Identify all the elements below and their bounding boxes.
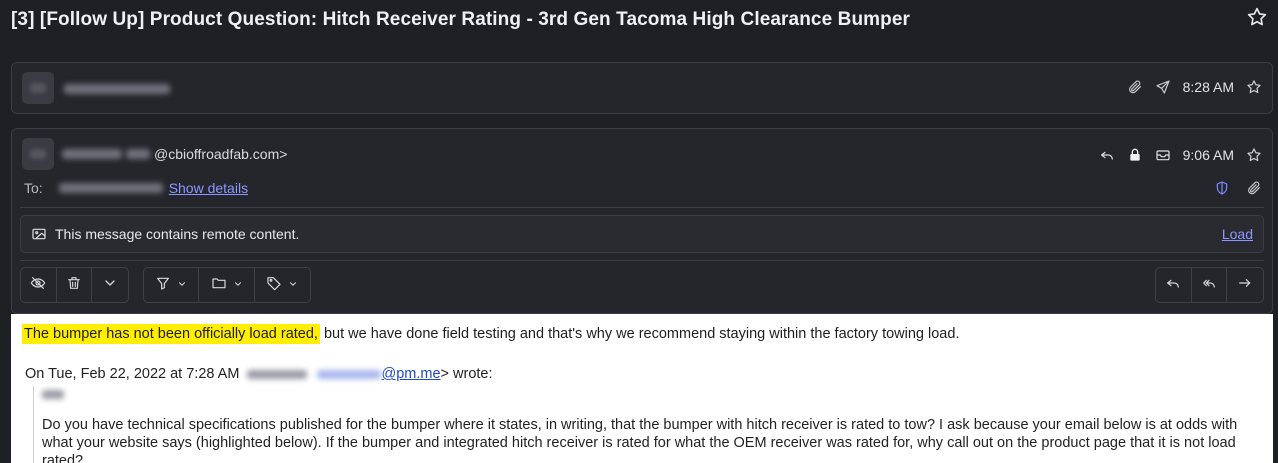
redacted-sender-name — [62, 149, 122, 159]
toolbar-reply-group — [1155, 267, 1264, 303]
delete-button[interactable] — [57, 268, 93, 302]
avatar — [22, 138, 54, 170]
redacted-quoted-email — [317, 369, 382, 379]
sender-line[interactable]: @cbioffroadfab.com> — [62, 146, 287, 162]
redacted-quoted-name — [247, 369, 308, 379]
forward-button[interactable] — [1227, 268, 1263, 302]
chevron-down-icon — [177, 276, 187, 294]
toolbar-organize-group — [143, 267, 311, 303]
recipients-line: To: Show details — [24, 180, 248, 196]
star-icon[interactable] — [1246, 6, 1268, 28]
reply-all-icon — [1201, 275, 1217, 296]
message-subject: [3] [Follow Up] Product Question: Hitch … — [11, 9, 911, 30]
attribution-prefix: On Tue, Feb 22, 2022 at 7:28 AM — [25, 366, 240, 382]
show-details-link[interactable]: Show details — [169, 180, 248, 196]
avatar — [22, 72, 54, 104]
shield-icon[interactable] — [1214, 180, 1230, 196]
expanded-message: @cbioffroadfab.com> 9:06 AM To: Show det… — [11, 128, 1273, 314]
collapsed-message[interactable]: 8:28 AM — [11, 62, 1273, 114]
trash-icon — [66, 275, 82, 296]
quote-attribution: On Tue, Feb 22, 2022 at 7:28 AM @pm.me> … — [25, 366, 493, 382]
lock-icon — [1127, 147, 1143, 163]
redacted-greeting — [42, 390, 64, 399]
message-body: The bumper has not been officially load … — [11, 314, 1273, 463]
attribution-suffix: > wrote: — [440, 366, 493, 382]
redacted-recipient — [58, 183, 163, 193]
redacted-email-prefix — [126, 149, 150, 159]
chevron-down-icon — [233, 276, 243, 294]
expanded-meta: 9:06 AM — [1099, 147, 1262, 163]
star-icon[interactable] — [1246, 79, 1262, 95]
filter-button[interactable] — [144, 268, 200, 302]
folder-icon — [211, 275, 227, 296]
collapsed-meta: 8:28 AM — [1127, 79, 1262, 95]
paperclip-icon — [1127, 79, 1143, 95]
reply-button[interactable] — [1156, 268, 1192, 302]
chevron-down-icon — [288, 276, 298, 294]
remote-content-text: This message contains remote content. — [55, 226, 300, 242]
paperclip-icon[interactable] — [1246, 180, 1262, 196]
reply-icon — [1165, 275, 1181, 296]
reply-icon — [1099, 147, 1115, 163]
quoted-email-link[interactable]: @pm.me — [381, 366, 440, 382]
to-label: To: — [24, 180, 43, 196]
send-icon — [1155, 79, 1171, 95]
reply-paragraph: The bumper has not been officially load … — [22, 324, 960, 344]
quoted-text: Do you have technical specifications pub… — [42, 417, 1238, 463]
remote-content-banner: This message contains remote content. Lo… — [20, 215, 1264, 253]
load-remote-content-link[interactable]: Load — [1222, 226, 1253, 242]
redacted-sender — [64, 84, 170, 94]
subject-bar: [3] [Follow Up] Product Question: Hitch … — [0, 0, 1278, 40]
label-button[interactable] — [255, 268, 310, 302]
filter-icon — [155, 275, 171, 296]
image-icon — [31, 226, 47, 242]
collapsed-time: 8:28 AM — [1182, 79, 1234, 95]
divider — [20, 207, 1264, 208]
reply-text: but we have done field testing and that'… — [319, 326, 960, 342]
quoted-message: Do you have technical specifications pub… — [33, 386, 1271, 463]
eye-off-icon — [30, 275, 46, 296]
move-to-folder-button[interactable] — [199, 268, 255, 302]
divider — [20, 260, 1264, 261]
toolbar-actions-group — [20, 267, 129, 303]
envelope-icon — [1155, 147, 1171, 163]
expanded-time: 9:06 AM — [1182, 147, 1234, 163]
highlighted-text: The bumper has not been officially load … — [22, 324, 320, 344]
details-meta — [1214, 180, 1262, 196]
mark-unread-button[interactable] — [21, 268, 57, 302]
more-actions-button[interactable] — [92, 268, 128, 302]
reply-all-button[interactable] — [1192, 268, 1228, 302]
chevron-down-icon — [102, 275, 118, 296]
sender-email: @cbioffroadfab.com> — [154, 146, 288, 162]
tag-icon — [266, 275, 282, 296]
star-icon[interactable] — [1246, 147, 1262, 163]
forward-icon — [1237, 275, 1253, 296]
